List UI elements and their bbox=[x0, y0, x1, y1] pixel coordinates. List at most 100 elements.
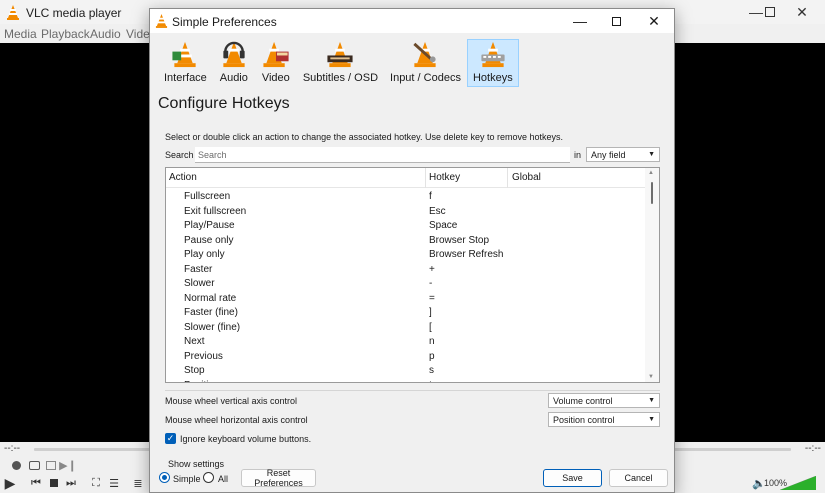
play-icon: ▶ bbox=[4, 474, 16, 491]
hotkeys-icon bbox=[481, 41, 505, 68]
next-button[interactable]: ⏭ bbox=[63, 476, 79, 490]
table-row[interactable]: Play only Browser Refresh bbox=[166, 248, 646, 263]
dialog-close-button[interactable]: ✕ bbox=[634, 9, 674, 33]
record-button[interactable] bbox=[8, 458, 24, 472]
hotkey-cell[interactable]: p bbox=[429, 351, 435, 362]
column-header-action[interactable]: Action bbox=[169, 172, 197, 183]
play-button[interactable]: ▶ bbox=[2, 474, 18, 491]
simple-radio-label: Simple bbox=[173, 474, 201, 484]
stop-button[interactable] bbox=[46, 476, 62, 490]
table-row[interactable]: Faster (fine)] bbox=[166, 306, 646, 321]
action-cell: Position bbox=[184, 380, 220, 383]
action-cell: Play only bbox=[184, 249, 225, 260]
simple-radio[interactable] bbox=[159, 472, 170, 483]
hotkey-cell[interactable]: = bbox=[429, 293, 435, 304]
table-row[interactable]: Slower - bbox=[166, 277, 646, 292]
all-radio-label: All bbox=[218, 474, 229, 484]
vlc-maximize-button[interactable] bbox=[747, 0, 793, 24]
table-row[interactable]: Stop s bbox=[166, 364, 646, 379]
divider bbox=[165, 390, 660, 391]
dialog-minimize-button[interactable]: — bbox=[560, 9, 600, 33]
playlist-button[interactable]: ≣ bbox=[130, 476, 146, 490]
volume-slider[interactable] bbox=[780, 476, 816, 490]
mouse-vertical-select[interactable]: Volume control ▼ bbox=[548, 393, 660, 408]
ignore-volume-label: Ignore keyboard volume buttons. bbox=[180, 434, 312, 444]
reset-preferences-button[interactable]: Reset Preferences bbox=[241, 468, 316, 488]
previous-button[interactable]: ⏮ bbox=[28, 476, 44, 490]
previous-icon: ⏮ bbox=[31, 476, 41, 489]
hotkey-cell[interactable]: s bbox=[429, 365, 434, 376]
menu-media[interactable]: Media bbox=[4, 27, 37, 41]
table-row[interactable]: Play/Pause Space bbox=[166, 219, 646, 234]
category-label: Input / Codecs bbox=[390, 72, 461, 84]
fullscreen-button[interactable]: ⛶ bbox=[88, 476, 104, 490]
mouse-vertical-value: Volume control bbox=[553, 395, 613, 406]
loop-ab-button[interactable] bbox=[43, 458, 59, 472]
category-interface[interactable]: Interface bbox=[158, 39, 213, 87]
column-divider[interactable] bbox=[425, 168, 426, 188]
table-row[interactable]: Previous p bbox=[166, 350, 646, 365]
table-row[interactable]: Fullscreen f bbox=[166, 190, 646, 205]
search-input[interactable] bbox=[195, 147, 570, 163]
scroll-up-icon[interactable]: ▲ bbox=[648, 170, 654, 176]
frame-step-button[interactable]: ▶❙ bbox=[59, 458, 77, 472]
search-in-label: in bbox=[574, 150, 582, 160]
cancel-button[interactable]: Cancel bbox=[609, 469, 668, 487]
dropdown-arrow-icon: ▼ bbox=[648, 151, 655, 158]
hotkey-cell[interactable]: + bbox=[429, 264, 435, 275]
time-elapsed: --:-- bbox=[4, 443, 21, 454]
menu-playback[interactable]: Playback bbox=[41, 27, 90, 41]
hotkey-cell[interactable]: [ bbox=[429, 322, 432, 333]
column-divider[interactable] bbox=[507, 168, 508, 188]
search-label: Search bbox=[165, 150, 194, 160]
preferences-dialog: Simple Preferences — ✕ Interface Audio V… bbox=[149, 8, 675, 493]
category-bar: Interface Audio Video Subtitles / OSD In… bbox=[158, 39, 519, 89]
category-audio[interactable]: Audio bbox=[213, 39, 255, 87]
scroll-down-icon[interactable]: ▼ bbox=[648, 374, 654, 380]
category-hotkeys[interactable]: Hotkeys bbox=[466, 39, 519, 87]
mouse-horizontal-label: Mouse wheel horizontal axis control bbox=[165, 415, 308, 425]
hotkey-cell[interactable]: - bbox=[429, 278, 432, 289]
hotkey-cell[interactable]: t bbox=[429, 380, 432, 383]
next-icon: ⏭ bbox=[66, 476, 76, 489]
dropdown-arrow-icon: ▼ bbox=[648, 416, 655, 423]
column-header-hotkey[interactable]: Hotkey bbox=[429, 172, 460, 183]
extended-settings-button[interactable]: ☰ bbox=[106, 476, 122, 490]
hotkey-cell[interactable]: Space bbox=[429, 220, 457, 231]
hotkeys-table[interactable]: Action Hotkey Global Fullscreen f Exit ful… bbox=[165, 167, 660, 383]
snapshot-button[interactable] bbox=[26, 458, 42, 472]
ignore-volume-checkbox[interactable]: ✓ bbox=[165, 433, 176, 444]
hotkey-cell[interactable]: Browser Refresh bbox=[429, 249, 503, 260]
category-video[interactable]: Video bbox=[255, 39, 297, 87]
instructions-text: Select or double click an action to chan… bbox=[165, 132, 564, 142]
fullscreen-icon: ⛶ bbox=[92, 476, 100, 489]
scrollbar-thumb[interactable] bbox=[651, 182, 653, 204]
checkmark-icon: ✓ bbox=[166, 433, 175, 443]
table-row[interactable]: Next n bbox=[166, 335, 646, 350]
hotkey-cell[interactable]: n bbox=[429, 336, 435, 347]
category-subtitles-osd[interactable]: Subtitles / OSD bbox=[297, 39, 384, 87]
table-row[interactable]: Pause only Browser Stop bbox=[166, 234, 646, 249]
search-field-select[interactable]: Any field ▼ bbox=[586, 147, 660, 162]
table-row[interactable]: Normal rate = bbox=[166, 292, 646, 307]
table-scrollbar[interactable]: ▲ ▼ bbox=[645, 168, 659, 382]
column-header-global[interactable]: Global bbox=[512, 172, 541, 183]
category-input-codecs[interactable]: Input / Codecs bbox=[384, 39, 467, 87]
hotkey-cell[interactable]: f bbox=[429, 191, 432, 202]
category-label: Interface bbox=[164, 72, 207, 84]
hotkey-cell[interactable]: Esc bbox=[429, 206, 446, 217]
hotkey-cell[interactable]: Browser Stop bbox=[429, 235, 489, 246]
hotkey-cell[interactable]: ] bbox=[429, 307, 432, 318]
mouse-vertical-label: Mouse wheel vertical axis control bbox=[165, 396, 298, 406]
dialog-maximize-button[interactable] bbox=[596, 9, 636, 33]
action-cell: Exit fullscreen bbox=[184, 205, 247, 217]
save-button[interactable]: Save bbox=[543, 469, 602, 487]
mouse-horizontal-select[interactable]: Position control ▼ bbox=[548, 412, 660, 427]
menu-audio[interactable]: Audio bbox=[90, 27, 121, 41]
table-row[interactable]: Position t bbox=[166, 379, 646, 383]
table-row[interactable]: Faster + bbox=[166, 263, 646, 278]
table-row[interactable]: Exit fullscreen Esc bbox=[166, 205, 646, 220]
all-radio[interactable] bbox=[203, 472, 214, 483]
table-row[interactable]: Slower (fine) [ bbox=[166, 321, 646, 336]
action-cell: Play/Pause bbox=[184, 220, 235, 231]
